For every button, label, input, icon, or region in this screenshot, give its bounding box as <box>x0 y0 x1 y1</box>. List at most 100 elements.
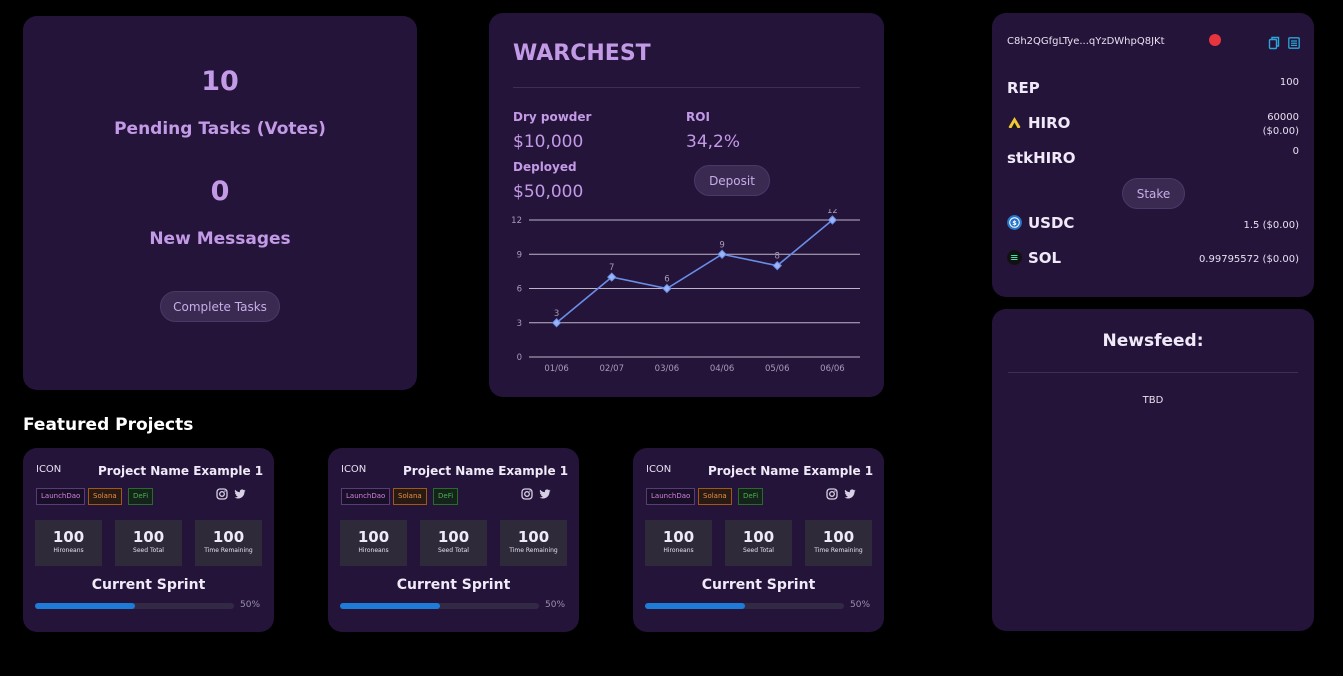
pending-tasks-count: 10 <box>201 66 239 97</box>
current-sprint-label: Current Sprint <box>396 577 511 593</box>
stat-value: 100 <box>822 528 855 546</box>
twitter-icon[interactable] <box>234 488 246 500</box>
tasks-card: 10 Pending Tasks (Votes) 0 New Messages … <box>23 16 417 390</box>
stat-box: 100 Hironeans <box>35 520 102 566</box>
project-name[interactable]: Project Name Example 1 <box>403 464 568 478</box>
dry-powder-label: Dry powder <box>513 110 592 124</box>
project-name[interactable]: Project Name Example 1 <box>708 464 873 478</box>
instagram-icon[interactable] <box>826 488 838 500</box>
stat-value: 100 <box>357 528 390 546</box>
project-icon: ICON <box>36 464 62 475</box>
stat-box: 100 Time Remaining <box>195 520 262 566</box>
stat-label: Seed Total <box>438 547 469 554</box>
roi-label: ROI <box>686 110 710 124</box>
x-tick-label: 01/06 <box>544 364 569 374</box>
data-label: 6 <box>664 275 669 285</box>
explorer-icon[interactable] <box>1288 36 1300 50</box>
current-sprint-label: Current Sprint <box>91 577 206 593</box>
project-card[interactable]: ICON Project Name Example 1 LaunchDao Solan… <box>633 448 884 632</box>
data-label: 8 <box>775 252 780 262</box>
wallet-card: C8h2QGfgLTye...qYzDWhpQ8JKt REP 100 HIRO… <box>992 13 1314 297</box>
stat-label: Time Remaining <box>204 547 253 554</box>
rep-value: 100 <box>1279 77 1299 88</box>
stat-value: 100 <box>132 528 165 546</box>
twitter-icon[interactable] <box>844 488 856 500</box>
stat-label: Time Remaining <box>509 547 558 554</box>
x-tick-label: 02/07 <box>600 364 625 374</box>
y-tick-label: 0 <box>517 353 522 363</box>
tag-launchdao: LaunchDao <box>36 488 86 505</box>
y-tick-label: 6 <box>517 285 522 295</box>
tag-solana: Solana <box>698 488 732 505</box>
divider <box>1008 372 1298 373</box>
hiro-coin-icon <box>1008 117 1021 128</box>
usdc-label: USDC <box>1028 214 1075 232</box>
sprint-progress-percent: 50% <box>240 600 261 610</box>
hiro-row: HIRO <box>1007 114 1070 132</box>
data-label: 12 <box>827 209 838 216</box>
data-label: 7 <box>609 263 614 273</box>
data-label: 9 <box>719 240 724 250</box>
stat-box: 100 Time Remaining <box>500 520 567 566</box>
sprint-progress-bar <box>645 603 844 609</box>
pending-tasks-label: Pending Tasks (Votes) <box>114 119 326 139</box>
series-line <box>556 219 833 324</box>
tag-defi: DeFi <box>433 488 459 505</box>
stat-value: 100 <box>437 528 470 546</box>
x-tick-label: 04/06 <box>710 364 735 374</box>
project-card[interactable]: ICON Project Name Example 1 LaunchDao Solan… <box>23 448 274 632</box>
data-label: 3 <box>554 309 559 319</box>
sprint-progress-bar <box>340 603 539 609</box>
new-messages-count: 0 <box>210 176 230 207</box>
copy-icon[interactable] <box>1268 36 1280 50</box>
new-messages-label: New Messages <box>149 229 291 249</box>
hiro-usd: ($0.00) <box>1262 126 1299 137</box>
stat-box: 100 Hironeans <box>645 520 712 566</box>
x-tick-label: 05/06 <box>765 364 790 374</box>
featured-projects-title: Featured Projects <box>23 415 194 435</box>
stat-value: 100 <box>212 528 245 546</box>
stat-label: Hironeans <box>663 547 694 554</box>
instagram-icon[interactable] <box>521 488 533 500</box>
sprint-progress-fill <box>340 603 440 609</box>
newsfeed-card: Newsfeed: TBD <box>992 309 1314 631</box>
hiro-value: 60000 <box>1267 112 1299 123</box>
project-name[interactable]: Project Name Example 1 <box>98 464 263 478</box>
sol-label: SOL <box>1028 249 1062 267</box>
deposit-button[interactable]: Deposit <box>694 165 770 196</box>
stat-value: 100 <box>662 528 695 546</box>
stat-box: 100 Seed Total <box>725 520 792 566</box>
wallet-address: C8h2QGfgLTye...qYzDWhpQ8JKt <box>1007 36 1165 47</box>
project-icon: ICON <box>341 464 367 475</box>
usdc-row: $ USDC <box>1007 214 1074 232</box>
complete-tasks-button[interactable]: Complete Tasks <box>160 291 280 322</box>
tag-solana: Solana <box>88 488 122 505</box>
stat-box: 100 Time Remaining <box>805 520 872 566</box>
rep-label: REP <box>1007 79 1040 97</box>
tag-solana: Solana <box>393 488 427 505</box>
x-tick-label: 03/06 <box>655 364 680 374</box>
project-card[interactable]: ICON Project Name Example 1 LaunchDao Solan… <box>328 448 579 632</box>
stake-button[interactable]: Stake <box>1122 178 1185 209</box>
sol-value: 0.99795572 ($0.00) <box>1198 254 1299 265</box>
current-sprint-label: Current Sprint <box>701 577 816 593</box>
hiro-label: HIRO <box>1028 114 1071 132</box>
twitter-icon[interactable] <box>539 488 551 500</box>
x-tick-label: 06/06 <box>820 364 845 374</box>
stkhiro-value: 0 <box>1292 146 1299 157</box>
usdc-coin-icon: $ <box>1007 215 1022 230</box>
newsfeed-title: Newsfeed: <box>1102 331 1204 351</box>
y-tick-label: 9 <box>517 250 522 260</box>
stat-box: 100 Hironeans <box>340 520 407 566</box>
y-tick-label: 3 <box>517 319 522 329</box>
warchest-line-chart: 0 3 6 9 12 01/06 02/07 03/06 04/06 05/06 06/06 3 7 6 9… <box>511 209 860 374</box>
sprint-progress-bar <box>35 603 234 609</box>
tag-launchdao: LaunchDao <box>341 488 391 505</box>
dry-powder-value: $10,000 <box>513 132 584 152</box>
deployed-label: Deployed <box>513 160 577 174</box>
sprint-progress-percent: 50% <box>545 600 566 610</box>
instagram-icon[interactable] <box>216 488 228 500</box>
sprint-progress-percent: 50% <box>850 600 871 610</box>
data-point <box>717 249 727 259</box>
stat-label: Hironeans <box>358 547 389 554</box>
